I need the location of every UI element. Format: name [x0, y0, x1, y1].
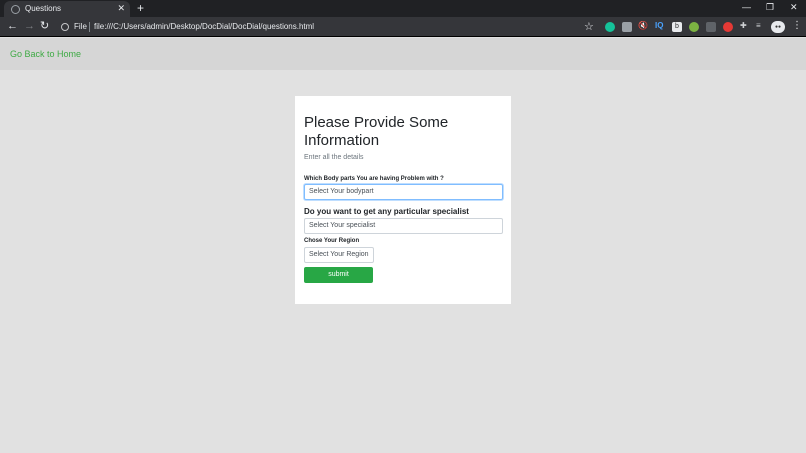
puzzle-icon[interactable]: ✚ — [740, 21, 747, 30]
red-drop-icon[interactable] — [723, 22, 733, 32]
form-card: Please Provide Some Information Enter al… — [295, 96, 511, 304]
close-tab-icon[interactable]: ✕ — [117, 3, 125, 14]
back-icon[interactable]: ← — [7, 20, 18, 33]
region-label: Chose Your Region — [304, 238, 360, 244]
body-part-label: Which Body parts You are having Problem … — [304, 176, 444, 182]
chart-icon[interactable] — [706, 22, 716, 32]
home-link[interactable]: Go Back to Home — [10, 49, 81, 59]
b-icon[interactable]: b — [672, 22, 682, 32]
globe-icon — [11, 5, 20, 14]
avatar[interactable]: ●● — [771, 21, 785, 33]
tab-questions[interactable]: Questions ✕ — [4, 1, 130, 17]
minimize-icon[interactable]: — — [742, 2, 751, 12]
region-select[interactable]: Select Your Region — [304, 247, 374, 263]
playlist-icon[interactable]: ≡ — [756, 21, 761, 30]
tab-title: Questions — [25, 4, 62, 13]
tab-strip: Questions ✕ + — ❐ ✕ — [0, 0, 806, 17]
window-close-icon[interactable]: ✕ — [790, 2, 798, 13]
forward-icon[interactable]: → — [24, 20, 35, 33]
bookmark-star-icon[interactable]: ☆ — [584, 20, 594, 33]
scheme-label: File — [74, 22, 87, 31]
body-part-select[interactable]: Select Your bodypart — [304, 184, 503, 200]
address-bar[interactable]: file:///C:/Users/admin/Desktop/DocDial/D… — [94, 22, 314, 31]
form-subtitle: Enter all the details — [304, 154, 364, 161]
info-icon[interactable] — [61, 23, 69, 31]
menu-icon[interactable]: ⋮ — [792, 20, 802, 31]
browser-toolbar: ← → ↻ File file:///C:/Users/admin/Deskto… — [0, 17, 806, 37]
page-title: Please Provide Some Information — [304, 114, 449, 149]
submit-button[interactable]: submit — [304, 267, 373, 283]
specialist-label: Do you want to get any particular specia… — [304, 207, 469, 216]
reload-icon[interactable]: ↻ — [40, 20, 49, 33]
divider — [89, 22, 90, 32]
specialist-select[interactable]: Select Your specialist — [304, 218, 503, 234]
restore-icon[interactable]: ❐ — [766, 2, 774, 13]
save-icon[interactable] — [622, 22, 632, 32]
navbar: Go Back to Home — [0, 38, 806, 70]
mute-icon[interactable]: 🔇 — [638, 21, 648, 30]
iq-icon[interactable]: IQ — [655, 21, 663, 30]
green-circle-icon[interactable] — [689, 22, 699, 32]
grammarly-icon[interactable] — [605, 22, 615, 32]
new-tab-button[interactable]: + — [137, 1, 144, 15]
